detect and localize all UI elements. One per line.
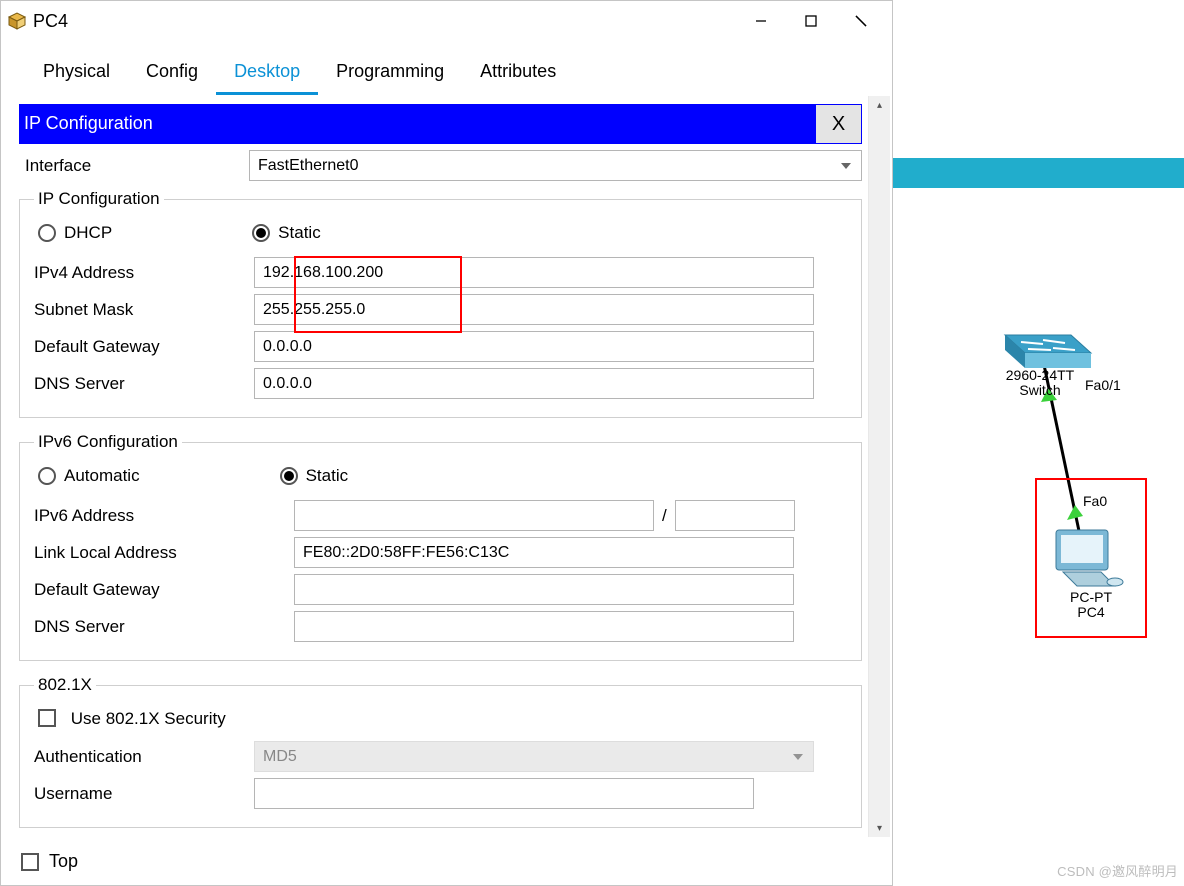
tab-desktop[interactable]: Desktop [216,55,318,95]
close-window-button[interactable] [836,4,886,38]
bottom-bar: Top [1,837,892,885]
ipv6-address-label: IPv6 Address [34,506,294,526]
maximize-button[interactable] [786,4,836,38]
titlebar: PC4 [1,1,892,41]
vertical-scrollbar[interactable]: ▴ ▾ [868,96,890,837]
tab-config[interactable]: Config [128,55,216,95]
minimize-button[interactable] [736,4,786,38]
topology-canvas[interactable]: 2960-24TTSwitch Fa0/1 Fa0 PC-PTPC4 CSDN … [893,0,1184,886]
ipv6-gateway-label: Default Gateway [34,580,294,600]
topology-svg [893,0,1184,886]
dot1x-checkbox-label: Use 802.1X Security [71,709,226,728]
subnet-mask-label: Subnet Mask [34,300,254,320]
ipv6-prefix-separator: / [654,506,675,526]
username-input[interactable] [254,778,754,809]
window-title: PC4 [33,11,68,32]
interface-select[interactable]: FastEthernet0 [249,150,862,181]
pc-label: PC-PTPC4 [1051,590,1131,621]
auth-select[interactable]: MD5 [254,741,814,772]
ipv6-prefix-input[interactable] [675,500,795,531]
switch-label: 2960-24TTSwitch [995,368,1085,399]
default-gateway-label: Default Gateway [34,337,254,357]
ipv6-gateway-input[interactable] [294,574,794,605]
switch-icon [1005,335,1091,368]
panel-close-button[interactable]: X [815,105,861,143]
tab-attributes[interactable]: Attributes [462,55,574,95]
ipv6-dns-input[interactable] [294,611,794,642]
switch-port-label: Fa0/1 [1085,378,1121,393]
ipv6-dns-label: DNS Server [34,617,294,637]
ipv4-static-radio[interactable]: Static [252,223,321,243]
content-area: IP Configuration X Interface FastEtherne… [13,96,868,837]
panel-title: IP Configuration [20,105,157,143]
ipv6-auto-radio[interactable]: Automatic [38,466,140,486]
ipv6-static-radio[interactable]: Static [280,466,349,486]
ipv6-fieldset: IPv6 Configuration Automatic Static IPv6… [19,432,862,661]
scroll-down-icon[interactable]: ▾ [869,819,890,837]
dot1x-fieldset: 802.1X Use 802.1X Security Authenticatio… [19,675,862,828]
panel-header: IP Configuration X [19,104,862,144]
dot1x-legend: 802.1X [34,675,96,695]
device-icon [7,11,27,31]
ipv6-legend: IPv6 Configuration [34,432,182,452]
ipv4-dhcp-radio[interactable]: DHCP [38,223,112,243]
link-local-label: Link Local Address [34,543,294,563]
dns-server-input[interactable] [254,368,814,399]
default-gateway-input[interactable] [254,331,814,362]
dot1x-checkbox[interactable] [38,709,56,727]
pc-port-label: Fa0 [1083,494,1107,509]
tab-programming[interactable]: Programming [318,55,462,95]
device-window: PC4 Physical Config Desktop Programming … [0,0,893,886]
tab-bar: Physical Config Desktop Programming Attr… [1,41,892,96]
top-checkbox[interactable] [21,853,39,871]
interface-label: Interface [19,156,249,176]
tab-physical[interactable]: Physical [25,55,128,95]
username-label: Username [34,784,254,804]
ipv4-fieldset: IP Configuration DHCP Static IPv4 Addres… [19,189,862,418]
top-label: Top [49,851,78,872]
scroll-up-icon[interactable]: ▴ [869,96,890,114]
ipv4-address-input[interactable] [254,257,814,288]
subnet-mask-input[interactable] [254,294,814,325]
ipv4-legend: IP Configuration [34,189,164,209]
dns-server-label: DNS Server [34,374,254,394]
link-local-input[interactable] [294,537,794,568]
ipv4-address-label: IPv4 Address [34,263,254,283]
watermark: CSDN @邀风醉明月 [1057,861,1178,880]
auth-label: Authentication [34,747,254,767]
ipv6-address-input[interactable] [294,500,654,531]
